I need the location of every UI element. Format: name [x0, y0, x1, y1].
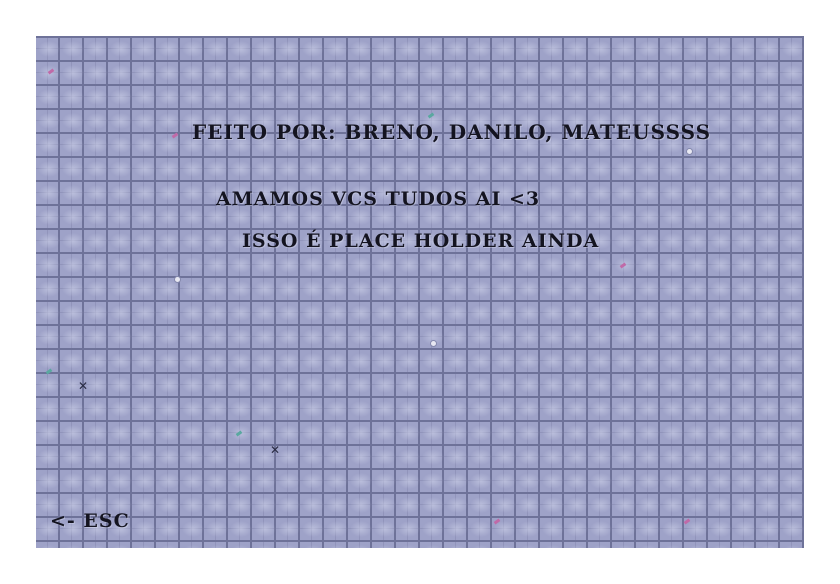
esc-back-button[interactable]: <- ESC	[50, 510, 130, 532]
pink-sprout-decoration	[493, 518, 501, 525]
pebble-decoration	[686, 148, 693, 155]
bone-decoration: ✕	[270, 443, 281, 457]
pink-sprout-decoration	[619, 262, 627, 269]
pink-sprout-decoration	[171, 132, 179, 139]
pink-sprout-decoration	[47, 68, 55, 75]
credits-text: FEITO POR: BRENO, DANILO, MATEUSSSS	[192, 120, 712, 144]
pebble-decoration	[430, 340, 437, 347]
pebble-decoration	[174, 276, 181, 283]
bone-decoration: ✕	[78, 379, 89, 393]
pink-sprout-decoration	[683, 518, 691, 525]
game-screen: ✕ ✕ FEITO POR: BRENO, DANILO, MATEUSSSS …	[36, 36, 804, 548]
placeholder-notice: ISSO É PLACE HOLDER AINDA	[242, 230, 600, 252]
teal-sprout-decoration	[427, 112, 435, 119]
love-message: AMAMOS VCS TUDOS AI <3	[216, 188, 541, 210]
teal-sprout-decoration	[45, 368, 53, 375]
teal-sprout-decoration	[235, 430, 243, 437]
